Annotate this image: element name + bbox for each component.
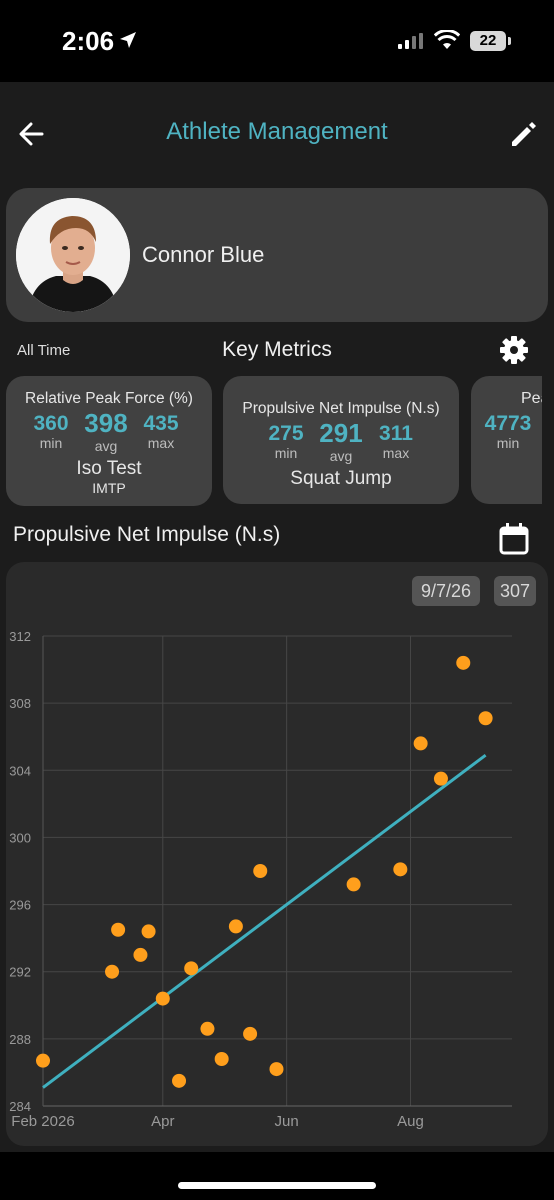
status-bar: 2:06 22: [0, 0, 554, 82]
metric-avg-label: avg: [94, 438, 118, 454]
metric-max-label: max: [382, 445, 410, 461]
metric-avg-label: avg: [329, 448, 353, 464]
data-point: [243, 1026, 258, 1041]
location-arrow-icon: [120, 32, 136, 48]
app-screen: Athlete Management Connor Blue All Time …: [0, 82, 554, 1152]
metric-title: Relative Peak Force (%): [25, 390, 193, 407]
metric-title: Propulsive Net Impulse (N.s): [242, 400, 440, 417]
metric-card-peak-partial[interactable]: Pea 4773 min: [471, 376, 542, 504]
data-point: [200, 1021, 215, 1036]
data-point: [433, 771, 448, 786]
metric-avg: 291 avg: [313, 418, 369, 463]
metric-test-name: Iso Test: [76, 458, 142, 479]
scatter-chart[interactable]: 284 288 292 296 300 304 308 312 Feb 2026 Apr Jun Au…: [6, 562, 548, 1146]
athlete-photo: [16, 198, 130, 312]
metric-min: 360 min: [28, 412, 74, 450]
data-point: [478, 711, 493, 726]
battery-tip: [508, 37, 511, 45]
status-time: 2:06: [62, 26, 115, 56]
y-tick-label: 312: [9, 629, 31, 644]
metric-test-subtype: IMTP: [92, 480, 126, 496]
home-indicator[interactable]: [178, 1182, 376, 1189]
metric-test-name: Squat Jump: [290, 468, 392, 489]
battery-indicator: 22: [470, 31, 506, 51]
data-point: [184, 961, 199, 976]
metric-min-value: 360: [33, 412, 69, 435]
y-tick-label: 292: [9, 965, 31, 980]
metric-min-label: min: [496, 435, 520, 451]
home-indicator-area: [0, 1152, 554, 1200]
data-point: [269, 1062, 284, 1077]
data-point: [214, 1052, 229, 1066]
metric-card-propulsive-net-impulse[interactable]: Propulsive Net Impulse (N.s) 275 min 291…: [223, 376, 459, 504]
chart-card: 9/7/26 307 284 288 292 296 300 304 308 312 Feb 2…: [6, 562, 548, 1146]
gear-icon[interactable]: [498, 334, 530, 366]
data-point: [393, 862, 408, 877]
data-point: [133, 947, 148, 962]
metric-max-value: 311: [379, 422, 413, 445]
athlete-avatar: [16, 198, 130, 312]
metric-avg: 398 avg: [78, 408, 134, 453]
metric-max: 435 max: [138, 412, 184, 450]
metric-title: Pea: [521, 390, 542, 407]
metric-min-value: 4773: [484, 412, 532, 435]
data-point: [228, 919, 243, 934]
calendar-icon[interactable]: [498, 522, 530, 556]
y-tick-label: 284: [9, 1099, 31, 1114]
data-point: [155, 991, 170, 1006]
data-point: [172, 1073, 187, 1088]
metric-card-relative-peak-force[interactable]: Relative Peak Force (%) 360 min 398 avg …: [6, 376, 212, 506]
metric-max-value: 435: [143, 412, 179, 435]
metric-avg-value: 398: [84, 408, 128, 438]
edit-pencil-icon[interactable]: [508, 118, 540, 150]
y-tick-label: 288: [9, 1032, 31, 1047]
data-point: [456, 655, 471, 670]
header: Athlete Management: [0, 82, 554, 182]
metric-min: 4773 min: [479, 412, 537, 450]
x-tick-label: Apr: [151, 1113, 174, 1130]
y-tick-label: 308: [9, 696, 31, 711]
page-title: Athlete Management: [166, 118, 388, 145]
trend-line: [42, 753, 487, 1089]
x-tick-label: Aug: [397, 1113, 424, 1130]
metric-min-value: 275: [268, 422, 304, 445]
wifi-icon: [434, 30, 460, 49]
x-tick-label: Feb 2026: [11, 1113, 74, 1130]
data-point: [141, 924, 156, 939]
metric-min-label: min: [274, 445, 298, 461]
metric-max-label: max: [147, 435, 175, 451]
data-point: [253, 864, 268, 878]
data-point: [105, 964, 120, 979]
metric-avg-value: 291: [319, 418, 363, 448]
y-tick-label: 300: [9, 830, 31, 845]
data-point: [111, 922, 126, 937]
cellular-signal-icon: [398, 33, 423, 49]
key-metrics-title: Key Metrics: [222, 338, 332, 361]
y-tick-label: 296: [9, 898, 31, 913]
x-tick-label: Jun: [275, 1113, 299, 1130]
athlete-name: Connor Blue: [142, 242, 265, 267]
metric-min-label: min: [39, 435, 63, 451]
y-tick-label: 304: [9, 763, 31, 778]
data-point: [346, 877, 361, 892]
chart-title: Propulsive Net Impulse (N.s): [13, 523, 281, 546]
athlete-profile-card[interactable]: Connor Blue: [6, 188, 548, 322]
metric-min: 275 min: [263, 422, 309, 460]
data-point: [36, 1053, 50, 1068]
metric-max: 311 max: [373, 422, 419, 460]
data-point: [413, 736, 428, 751]
